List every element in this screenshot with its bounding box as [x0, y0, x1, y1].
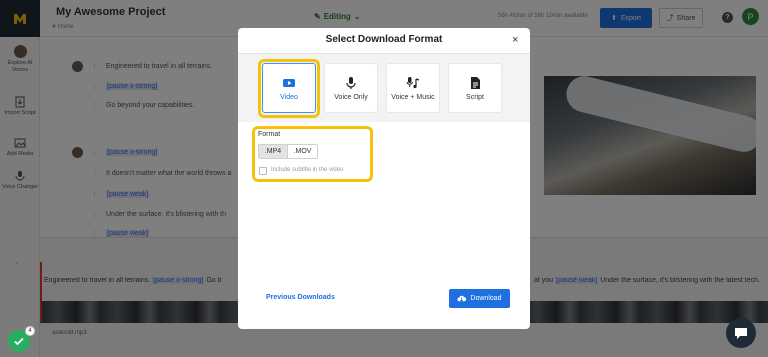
chat-support-button[interactable]	[726, 318, 756, 348]
mp4-option-button[interactable]: .MP4	[258, 144, 288, 159]
modal-title: Select Download Format	[325, 34, 443, 45]
mov-option-button[interactable]: .MOV	[288, 144, 318, 159]
download-button[interactable]: Download	[449, 289, 510, 308]
format-label: Voice Only	[334, 93, 368, 101]
previous-downloads-link[interactable]: Previous Downloads	[266, 294, 335, 301]
format-video-button[interactable]: Video	[262, 63, 316, 113]
voice-music-icon	[406, 76, 420, 88]
format-voice-music-button[interactable]: Voice + Music	[386, 63, 440, 113]
close-icon[interactable]: ×	[512, 34, 518, 46]
subtitle-checkbox[interactable]	[259, 167, 267, 175]
chat-icon	[735, 328, 747, 339]
checkmark-icon	[14, 337, 24, 346]
format-voice-only-button[interactable]: Voice Only	[324, 63, 378, 113]
format-heading: Format	[258, 131, 281, 138]
notification-count-badge: 4	[25, 326, 35, 336]
download-label: Download	[470, 295, 502, 302]
format-label: Video	[280, 93, 298, 101]
document-icon	[471, 76, 480, 89]
format-label: Script	[466, 93, 484, 101]
microphone-icon	[346, 76, 356, 89]
subtitle-checkbox-label[interactable]: Include subtitle in the video	[271, 167, 343, 173]
format-script-button[interactable]: Script	[448, 63, 502, 113]
format-label: Voice + Music	[391, 93, 435, 101]
cloud-download-icon	[457, 295, 467, 302]
video-icon	[283, 78, 295, 87]
download-format-modal: Select Download Format × Video Voice Onl…	[238, 28, 530, 329]
